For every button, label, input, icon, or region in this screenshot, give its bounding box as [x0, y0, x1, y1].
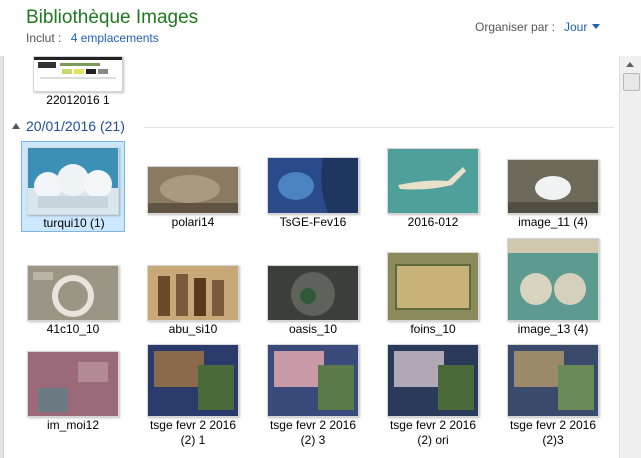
library-header: Bibliothèque Images Inclut : 4 emplaceme…	[0, 0, 641, 56]
file-label: foins_10	[410, 322, 456, 336]
image-thumbnail	[27, 265, 119, 321]
file-item[interactable]: oasis_10	[261, 248, 365, 338]
image-thumbnail	[27, 147, 119, 215]
file-label: turqui10 (1)	[43, 216, 105, 230]
file-item[interactable]: turqui10 (1)	[21, 141, 125, 232]
file-item-22012016-1[interactable]: 22012016 1	[26, 56, 130, 108]
file-label: 41c10_10	[46, 322, 100, 336]
includes-label: Inclut :	[26, 31, 62, 45]
group-label: 20/01/2016 (21)	[26, 118, 125, 134]
image-thumbnail	[507, 344, 599, 417]
file-label: TsGE-Fev16	[279, 215, 347, 229]
image-thumbnail	[33, 56, 123, 92]
file-label: oasis_10	[288, 322, 338, 336]
file-item[interactable]: image_11 (4)	[501, 141, 605, 231]
arrange-by-dropdown[interactable]: Jour	[564, 20, 601, 34]
file-item[interactable]: TsGE-Fev16	[261, 141, 365, 231]
image-thumbnail	[147, 166, 239, 214]
file-item[interactable]: tsge fevr 2 2016 (2)3	[501, 344, 605, 454]
file-view: 22012016 1 20/01/2016 (21) turqui10 (1) …	[4, 56, 618, 458]
file-item[interactable]: 2016-012	[381, 141, 485, 231]
image-thumbnail	[147, 265, 239, 321]
file-item[interactable]: tsge fevr 2 2016 (2) 3	[261, 344, 365, 454]
file-item[interactable]: foins_10	[381, 248, 485, 338]
image-thumbnail	[267, 265, 359, 321]
file-item[interactable]: polari14	[141, 141, 245, 231]
file-item[interactable]: tsge fevr 2 2016 (2) ori	[381, 344, 485, 454]
file-label: image_11 (4)	[518, 215, 588, 229]
file-item[interactable]: im_moi12	[21, 344, 125, 454]
chevron-down-icon	[592, 24, 601, 29]
file-label: abu_si10	[168, 322, 218, 336]
image-thumbnail	[387, 344, 479, 417]
image-thumbnail	[387, 252, 479, 321]
file-label: tsge fevr 2 2016 (2) 1	[149, 418, 237, 447]
image-thumbnail	[27, 351, 119, 417]
file-label: im_moi12	[46, 418, 100, 432]
arrange-by-value: Jour	[564, 20, 588, 34]
scroll-thumb[interactable]	[623, 73, 640, 91]
file-item[interactable]: 41c10_10	[21, 248, 125, 338]
includes-line: Inclut : 4 emplacements	[26, 31, 159, 45]
file-label: image_13 (4)	[517, 322, 589, 336]
file-label: tsge fevr 2 2016 (2) 3	[269, 418, 357, 447]
vertical-scrollbar[interactable]	[619, 56, 641, 458]
library-title: Bibliothèque Images	[26, 7, 199, 28]
file-label: tsge fevr 2 2016 (2) ori	[389, 418, 477, 447]
file-label: 2016-012	[407, 215, 459, 229]
image-thumbnail	[147, 344, 239, 417]
image-thumbnail	[267, 344, 359, 417]
file-label: polari14	[171, 215, 215, 229]
image-thumbnail	[507, 238, 599, 321]
image-thumbnail	[267, 157, 359, 214]
arrange-by-label: Organiser par :	[475, 20, 556, 34]
file-item[interactable]: abu_si10	[141, 248, 245, 338]
group-divider	[144, 127, 614, 128]
scroll-up-button[interactable]	[620, 56, 641, 73]
collapse-triangle-icon	[12, 123, 20, 129]
image-thumbnail	[387, 148, 479, 214]
file-label: 22012016 1	[46, 93, 110, 107]
image-thumbnail	[507, 159, 599, 214]
locations-link[interactable]: 4 emplacements	[71, 31, 159, 45]
file-item[interactable]: tsge fevr 2 2016 (2) 1	[141, 344, 245, 454]
file-label: tsge fevr 2 2016 (2)3	[509, 418, 597, 447]
file-item[interactable]: image_13 (4)	[501, 238, 605, 338]
group-header[interactable]: 20/01/2016 (21)	[12, 118, 125, 134]
